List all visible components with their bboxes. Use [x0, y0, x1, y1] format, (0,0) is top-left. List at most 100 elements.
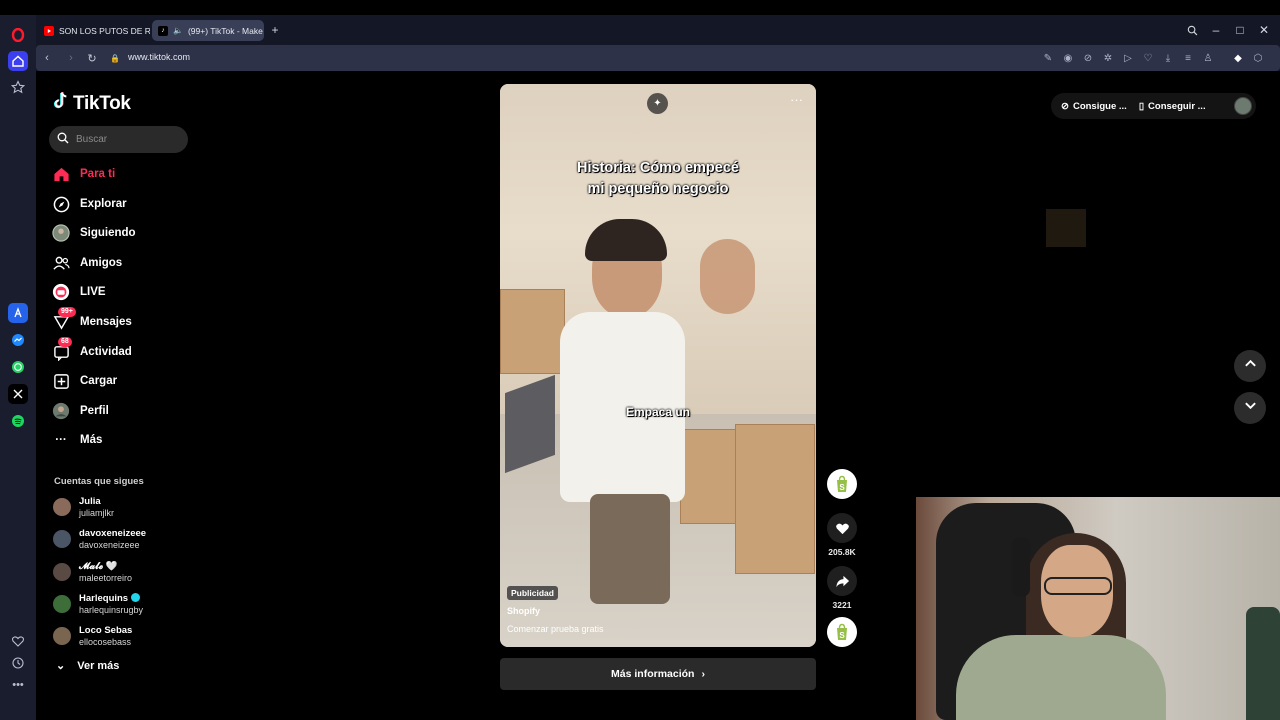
nav-explore[interactable]: Explorar: [52, 193, 127, 215]
back-icon[interactable]: ‹: [38, 49, 56, 67]
youtube-icon: [44, 25, 54, 36]
tiktok-note-icon: [53, 91, 69, 116]
get-coins-button[interactable]: ⊘ Consigue ...: [1051, 101, 1137, 112]
edit-icon[interactable]: ✎: [1040, 50, 1056, 66]
ad-label: Publicidad: [507, 586, 558, 600]
get-app-button[interactable]: ▯ Conseguir ...: [1137, 101, 1216, 112]
home-icon[interactable]: [8, 51, 28, 71]
close-icon[interactable]: ✕: [1255, 21, 1273, 39]
speaker-icon[interactable]: 🔈: [173, 26, 183, 35]
tab-youtube[interactable]: SON LOS PUTOS DE RIBE: [38, 20, 150, 41]
share-icon: [827, 566, 857, 596]
like-button[interactable]: 205.8K: [827, 513, 857, 557]
nav-for-you[interactable]: Para ti: [52, 163, 115, 185]
tab-tiktok[interactable]: ♪ 🔈 (99+) TikTok - Make Yo: [152, 20, 264, 41]
tab-label: SON LOS PUTOS DE RIBE: [59, 25, 150, 36]
effects-icon[interactable]: ✦: [647, 93, 668, 114]
following-account[interactable]: 𝓜𝓪𝓵𝓮 🤍 maleetorreiro: [53, 558, 132, 586]
compass-icon: [52, 195, 70, 213]
previous-video-button[interactable]: [1234, 350, 1266, 382]
more-info-button[interactable]: Más información ›: [500, 658, 816, 690]
phone-icon: ▯: [1138, 100, 1145, 112]
following-account[interactable]: Harlequins harlequinsrugby: [53, 590, 143, 618]
video-player[interactable]: ✦ ··· Historia: Cómo empecé mi pequeño n…: [500, 84, 816, 647]
shopify-icon: S: [827, 469, 857, 499]
extensions-icon[interactable]: ✲: [1100, 50, 1116, 66]
user-avatar[interactable]: [1234, 97, 1252, 115]
glasses: [1044, 577, 1112, 595]
camera-icon[interactable]: ◉: [1060, 50, 1076, 66]
reload-icon[interactable]: ↻: [83, 49, 101, 67]
next-video-button[interactable]: [1234, 392, 1266, 424]
search-tabs-icon[interactable]: [1183, 21, 1201, 39]
more-icon[interactable]: •••: [8, 675, 28, 695]
waving-hand: [700, 239, 755, 314]
svg-text:S: S: [839, 483, 845, 492]
nav-more[interactable]: ··· Más: [52, 429, 102, 451]
profile-avatar-icon: [52, 402, 70, 420]
opera-logo-icon[interactable]: [8, 25, 28, 45]
favorites-icon[interactable]: ♡: [1140, 50, 1156, 66]
forward-icon[interactable]: ›: [62, 49, 80, 67]
messenger-icon[interactable]: [8, 330, 28, 350]
share-button[interactable]: 3221: [827, 566, 857, 610]
minimize-icon[interactable]: –: [1207, 21, 1225, 39]
nav-following[interactable]: Siguiendo: [52, 222, 136, 244]
video-author[interactable]: Shopify: [507, 606, 540, 616]
avatar: [53, 595, 71, 613]
lock-icon[interactable]: 🔒: [106, 49, 124, 67]
chevron-up-icon: [1244, 357, 1257, 375]
shopify-music-disc[interactable]: S: [827, 617, 857, 647]
messages-icon: 99+: [52, 307, 76, 331]
following-avatar-icon: [52, 224, 70, 242]
nav-messages[interactable]: 99+ Mensajes: [52, 307, 132, 333]
tiktok-icon: ♪: [158, 25, 168, 36]
tiktok-logo[interactable]: TikTok: [53, 91, 131, 116]
upload-icon: [52, 372, 70, 390]
like-count: 205.8K: [828, 547, 856, 557]
account-icon[interactable]: ♙: [1200, 50, 1216, 66]
video-cta[interactable]: Comenzar prueba gratis: [507, 624, 604, 634]
download-icon[interactable]: ⤓: [1160, 50, 1176, 66]
menu-icon[interactable]: ≡: [1180, 50, 1196, 66]
new-tab-icon[interactable]: +: [266, 21, 284, 39]
nav-activity[interactable]: 68 Actividad: [52, 337, 132, 363]
nav-upload[interactable]: Cargar: [52, 370, 117, 392]
bookmarks-icon[interactable]: [8, 77, 28, 97]
following-account[interactable]: Julia juliamjlkr: [53, 493, 114, 521]
tab-strip: SON LOS PUTOS DE RIBE ♪ 🔈 (99+) TikTok -…: [36, 15, 1280, 45]
player-icon[interactable]: ▷: [1120, 50, 1136, 66]
video-options-icon[interactable]: ···: [790, 92, 803, 107]
more-icon: ···: [55, 434, 67, 446]
see-more-button[interactable]: ⌄ Ver más: [56, 659, 119, 673]
nav-live[interactable]: LIVE: [52, 281, 106, 303]
share-count: 3221: [832, 600, 852, 610]
aria-icon[interactable]: ◆: [1230, 50, 1246, 66]
app-store-icon[interactable]: [8, 303, 28, 323]
person-pants: [590, 494, 670, 604]
chevron-down-icon: [1244, 399, 1257, 417]
history-icon[interactable]: [8, 653, 28, 673]
search-box[interactable]: [49, 126, 188, 153]
author-avatar[interactable]: S: [827, 469, 857, 499]
nav-profile[interactable]: Perfil: [52, 400, 109, 422]
vpn-icon[interactable]: ⊘: [1080, 50, 1096, 66]
heart-icon: [827, 513, 857, 543]
x-twitter-icon[interactable]: [8, 384, 28, 404]
whatsapp-icon[interactable]: [8, 357, 28, 377]
live-icon: [52, 283, 70, 301]
avatar: [53, 627, 71, 645]
search-input[interactable]: [76, 134, 176, 145]
cube-icon[interactable]: ⬡: [1250, 50, 1266, 66]
following-account[interactable]: Loco Sebas ellocosebass: [53, 622, 132, 650]
activity-icon: 68: [52, 337, 72, 361]
following-account[interactable]: davoxeneizeee davoxeneizeee: [53, 525, 146, 553]
spotify-icon[interactable]: [8, 411, 28, 431]
friends-icon: [52, 254, 70, 272]
video-subtitle: Empaca un: [625, 405, 691, 419]
url-field[interactable]: www.tiktok.com: [128, 52, 190, 62]
nav-friends[interactable]: Amigos: [52, 252, 122, 274]
maximize-icon[interactable]: □: [1231, 21, 1249, 39]
heart-icon[interactable]: [8, 631, 28, 651]
streamer-shirt: [956, 635, 1166, 720]
